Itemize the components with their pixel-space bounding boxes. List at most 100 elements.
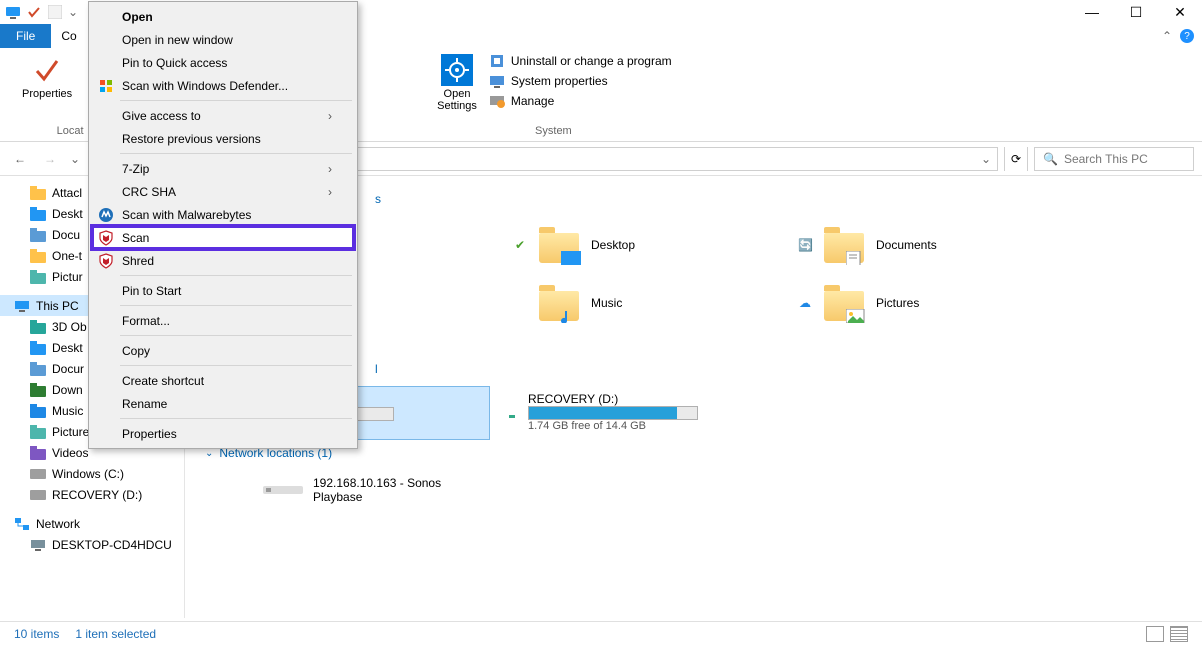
address-dropdown-icon[interactable]: ⌄	[981, 152, 991, 166]
manage-button[interactable]: Manage	[485, 92, 676, 110]
sync-status-icon: ☁	[798, 296, 812, 310]
nav-label: Docur	[52, 362, 84, 376]
selected-count: 1 item selected	[75, 627, 156, 641]
nav-label: Down	[52, 383, 83, 397]
folder-documents[interactable]: 🔄 Documents	[790, 216, 1075, 274]
net-icon	[14, 516, 30, 532]
system-properties-label: System properties	[511, 74, 608, 88]
details-view-icon[interactable]	[1146, 626, 1164, 642]
folder-label: Documents	[876, 238, 937, 252]
properties-icon[interactable]	[26, 4, 42, 20]
desktop-icon	[30, 206, 46, 222]
ctx-open-new-window[interactable]: Open in new window	[92, 28, 354, 51]
malwarebytes-icon	[98, 207, 114, 223]
nav-label: Attacl	[52, 186, 82, 200]
nav-item-desktopcd4hdcu[interactable]: DESKTOP-CD4HDCU	[0, 534, 184, 555]
ctx-format[interactable]: Format...	[92, 309, 354, 332]
folder-icon	[537, 281, 581, 325]
ctx-create-shortcut[interactable]: Create shortcut	[92, 369, 354, 392]
folders-section-header[interactable]: s	[375, 192, 1182, 206]
folders-grid: ✔ Desktop 🔄 Documents Music ☁ Pictures	[505, 216, 1182, 332]
folder-pictures[interactable]: ☁ Pictures	[790, 274, 1075, 332]
drive-free-text: 1.74 GB free of 14.4 GB	[528, 420, 698, 432]
maximize-button[interactable]: ☐	[1114, 0, 1158, 24]
ctx-give-access[interactable]: Give access to›	[92, 104, 354, 127]
doc-icon	[30, 227, 46, 243]
forward-button[interactable]: →	[38, 147, 62, 171]
ctx-malwarebytes[interactable]: Scan with Malwarebytes	[92, 203, 354, 226]
ctx-crc-sha[interactable]: CRC SHA›	[92, 180, 354, 203]
folder-label: Pictures	[876, 296, 919, 310]
ctx-properties[interactable]: Properties	[92, 422, 354, 445]
nav-label: Videos	[52, 446, 88, 460]
folder-icon	[822, 281, 866, 325]
drive-icon	[30, 466, 46, 482]
system-properties-button[interactable]: System properties	[485, 72, 676, 90]
nav-item-windowsc[interactable]: Windows (C:)	[0, 463, 184, 484]
defender-shield-icon	[98, 78, 114, 94]
properties-button[interactable]: Properties	[16, 52, 78, 102]
computer-tab[interactable]: Co	[51, 24, 86, 48]
qat-dropdown-icon[interactable]: ⌄	[68, 5, 78, 19]
open-settings-button[interactable]: Open Settings	[431, 52, 483, 114]
pic-icon	[30, 424, 46, 440]
network-location-item[interactable]: 192.168.10.163 - Sonos Playbase	[255, 470, 540, 510]
sync-status-icon: ✔	[513, 238, 527, 252]
item-count: 10 items	[14, 627, 59, 641]
ctx-scan-defender[interactable]: Scan with Windows Defender...	[92, 74, 354, 97]
folder-desktop[interactable]: ✔ Desktop	[505, 216, 790, 274]
ctx-copy[interactable]: Copy	[92, 339, 354, 362]
ctx-restore-versions[interactable]: Restore previous versions	[92, 127, 354, 150]
nav-item-recoveryd[interactable]: RECOVERY (D:)	[0, 484, 184, 505]
close-button[interactable]: ✕	[1158, 0, 1202, 24]
ctx-shred[interactable]: Shred	[92, 249, 354, 272]
search-box[interactable]: 🔍 Search This PC	[1034, 147, 1194, 171]
properties-label: Properties	[22, 88, 72, 100]
sync-status-icon: 🔄	[798, 238, 812, 252]
doc-icon	[30, 361, 46, 377]
folder-label: Music	[591, 296, 622, 310]
refresh-button[interactable]: ⟳	[1004, 147, 1028, 171]
ctx-pin-quick-access[interactable]: Pin to Quick access	[92, 51, 354, 74]
drive-recoveryd[interactable]: RECOVERY (D:) 1.74 GB free of 14.4 GB	[510, 386, 795, 440]
folder-icon	[30, 248, 46, 264]
new-icon[interactable]	[47, 4, 63, 20]
drives-section-header[interactable]: l	[375, 362, 1182, 376]
folder-label: Desktop	[591, 238, 635, 252]
submenu-arrow-icon: ›	[328, 185, 332, 199]
properties-icon	[31, 54, 63, 86]
file-tab[interactable]: File	[0, 24, 51, 48]
drive-usage-bar	[528, 406, 698, 420]
ctx-pin-start[interactable]: Pin to Start	[92, 279, 354, 302]
desktop-icon	[30, 340, 46, 356]
nav-label: 3D Ob	[52, 320, 87, 334]
network-location-label: 192.168.10.163 - Sonos Playbase	[313, 476, 453, 504]
ctx-7zip[interactable]: 7-Zip›	[92, 157, 354, 180]
uninstall-button[interactable]: Uninstall or change a program	[485, 52, 676, 70]
quick-access-toolbar: ⌄	[0, 4, 78, 20]
drive-label: RECOVERY (D:)	[528, 392, 698, 406]
context-menu: Open Open in new window Pin to Quick acc…	[88, 1, 358, 449]
status-bar: 10 items 1 item selected	[0, 621, 1202, 645]
folder-icon	[30, 185, 46, 201]
pc-icon	[5, 4, 21, 20]
minimize-button[interactable]: —	[1070, 0, 1114, 24]
tiles-view-icon[interactable]	[1170, 626, 1188, 642]
view-switcher	[1146, 626, 1188, 642]
nav-label: Deskt	[52, 341, 83, 355]
nav-label: RECOVERY (D:)	[52, 488, 142, 502]
nav-item-network[interactable]: Network	[0, 513, 184, 534]
recent-dropdown-icon[interactable]: ⌄	[68, 147, 82, 171]
folders-header-label: s	[375, 192, 381, 206]
folder-icon	[822, 223, 866, 267]
ctx-open[interactable]: Open	[92, 5, 354, 28]
pc2-icon	[30, 537, 46, 553]
search-placeholder: Search This PC	[1064, 152, 1148, 166]
ctx-rename[interactable]: Rename	[92, 392, 354, 415]
nav-label: Docu	[52, 228, 80, 242]
folder-music[interactable]: Music	[505, 274, 790, 332]
back-button[interactable]: ←	[8, 147, 32, 171]
help-icon[interactable]: ?	[1180, 29, 1194, 43]
collapse-ribbon-icon[interactable]: ⌃	[1162, 29, 1172, 43]
ctx-scan[interactable]: Scan	[92, 226, 354, 249]
